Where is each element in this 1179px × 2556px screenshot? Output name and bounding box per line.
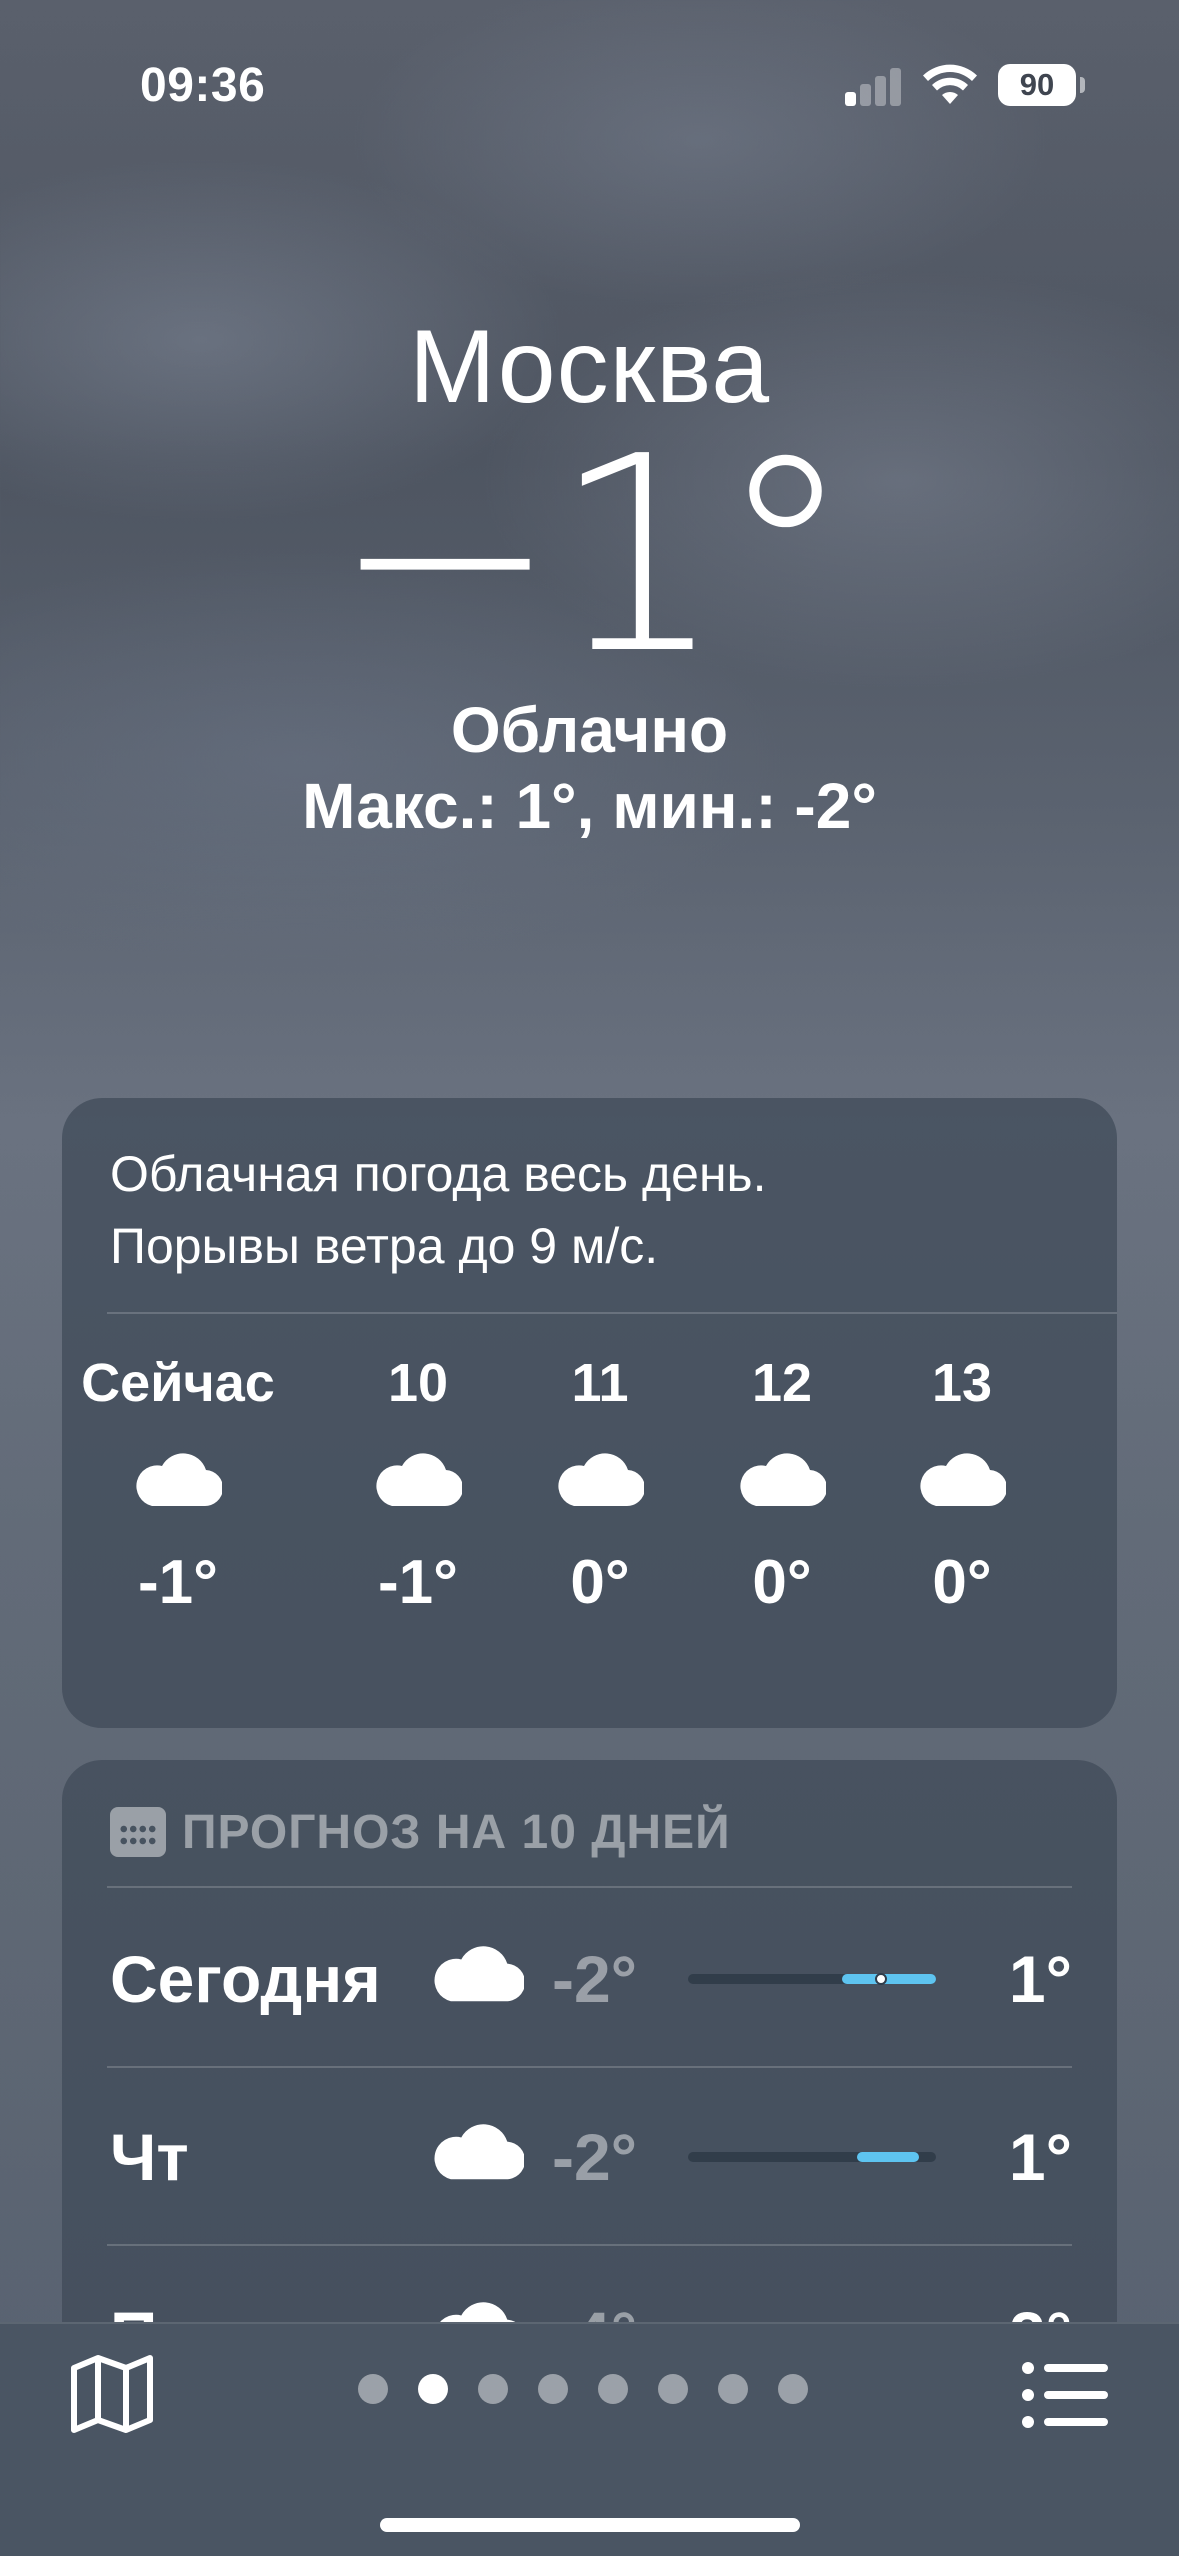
- high-low-temperature: Макс.: 1°, мин.: -2°: [302, 770, 877, 843]
- temperature-range-fill: [856, 2152, 919, 2162]
- current-temperature: −1°: [331, 398, 853, 713]
- day-name: Сегодня: [110, 1942, 381, 2016]
- page-dot[interactable]: [718, 2374, 748, 2404]
- status-bar: 09:36 90: [0, 0, 1179, 170]
- hourly-forecast-card[interactable]: Облачная погода весь день. Порывы ветра …: [62, 1098, 1117, 1728]
- forecast-summary: Облачная погода весь день. Порывы ветра …: [110, 1138, 1069, 1282]
- hour-temperature: -1°: [138, 1548, 218, 1617]
- hour-item: 10 -1°: [318, 1348, 518, 1628]
- hour-label: Сейчас: [81, 1353, 275, 1413]
- page-dot[interactable]: [598, 2374, 628, 2404]
- hour-temperature: 0°: [752, 1548, 812, 1617]
- page-dot-active[interactable]: [418, 2374, 448, 2404]
- hour-temperature: 0°: [570, 1548, 630, 1617]
- home-indicator[interactable]: [380, 2518, 800, 2532]
- page-dot[interactable]: [658, 2374, 688, 2404]
- cloud-icon: [434, 2124, 524, 2180]
- day-low-temp: -2°: [552, 1942, 638, 2016]
- day-high-temp: 1°: [1008, 2120, 1072, 2194]
- day-row-today[interactable]: Сегодня -2° 1°: [62, 1890, 1117, 2068]
- temperature-range-bar: [688, 1973, 936, 1985]
- cloud-icon: [318, 1418, 518, 1538]
- temperature-range-bar: [688, 2152, 936, 2162]
- cloud-icon: [682, 1418, 882, 1538]
- hour-item: 13 0°: [862, 1348, 1062, 1628]
- cellular-signal-icon: [845, 66, 903, 106]
- cloud-icon: [862, 1418, 1062, 1538]
- divider: [107, 1312, 1117, 1314]
- page-dot[interactable]: [358, 2374, 388, 2404]
- ten-day-title: ПРОГНОЗ НА 10 ДНЕЙ: [182, 1805, 731, 1859]
- weather-condition: Облачно: [450, 694, 729, 766]
- divider: [107, 1886, 1072, 1888]
- hour-temperature: -1°: [378, 1548, 458, 1617]
- hour-label: 10: [387, 1353, 449, 1413]
- cloud-icon: [500, 1418, 700, 1538]
- battery-icon: 90: [998, 64, 1085, 106]
- day-name: Чт: [110, 2120, 189, 2194]
- day-row[interactable]: Чт -2° 1°: [62, 2068, 1117, 2246]
- cloud-icon: [434, 1946, 524, 2002]
- hour-label: 12: [751, 1353, 813, 1413]
- day-low-temp: -2°: [552, 2120, 638, 2194]
- page-dot[interactable]: [778, 2374, 808, 2404]
- hour-label: 11: [571, 1353, 629, 1413]
- hour-item: 11 0°: [500, 1348, 700, 1628]
- summary-line: Порывы ветра до 9 м/с.: [110, 1218, 659, 1274]
- page-dot[interactable]: [478, 2374, 508, 2404]
- list-icon[interactable]: [1020, 2360, 1110, 2430]
- hour-label: 13: [931, 1353, 993, 1413]
- map-icon[interactable]: [68, 2352, 156, 2436]
- temperature-range-fill: [841, 1974, 936, 1984]
- current-weather: Москва −1° Облачно Макс.: 1°, мин.: -2°: [0, 300, 1179, 842]
- day-high-temp: 1°: [1008, 1942, 1072, 2016]
- cloud-icon: [78, 1418, 278, 1538]
- page-dot[interactable]: [538, 2374, 568, 2404]
- hour-temperature: 0°: [932, 1548, 992, 1617]
- page-indicator[interactable]: [358, 2374, 808, 2404]
- hour-item: 12 0°: [682, 1348, 882, 1628]
- ten-day-header: ПРОГНОЗ НА 10 ДНЕЙ: [110, 1792, 731, 1872]
- status-time: 09:36: [140, 59, 266, 112]
- hour-item-now: Сейчас -1°: [78, 1348, 278, 1628]
- summary-line: Облачная погода весь день.: [110, 1146, 767, 1202]
- wifi-icon: [923, 64, 977, 104]
- calendar-icon: [110, 1807, 166, 1857]
